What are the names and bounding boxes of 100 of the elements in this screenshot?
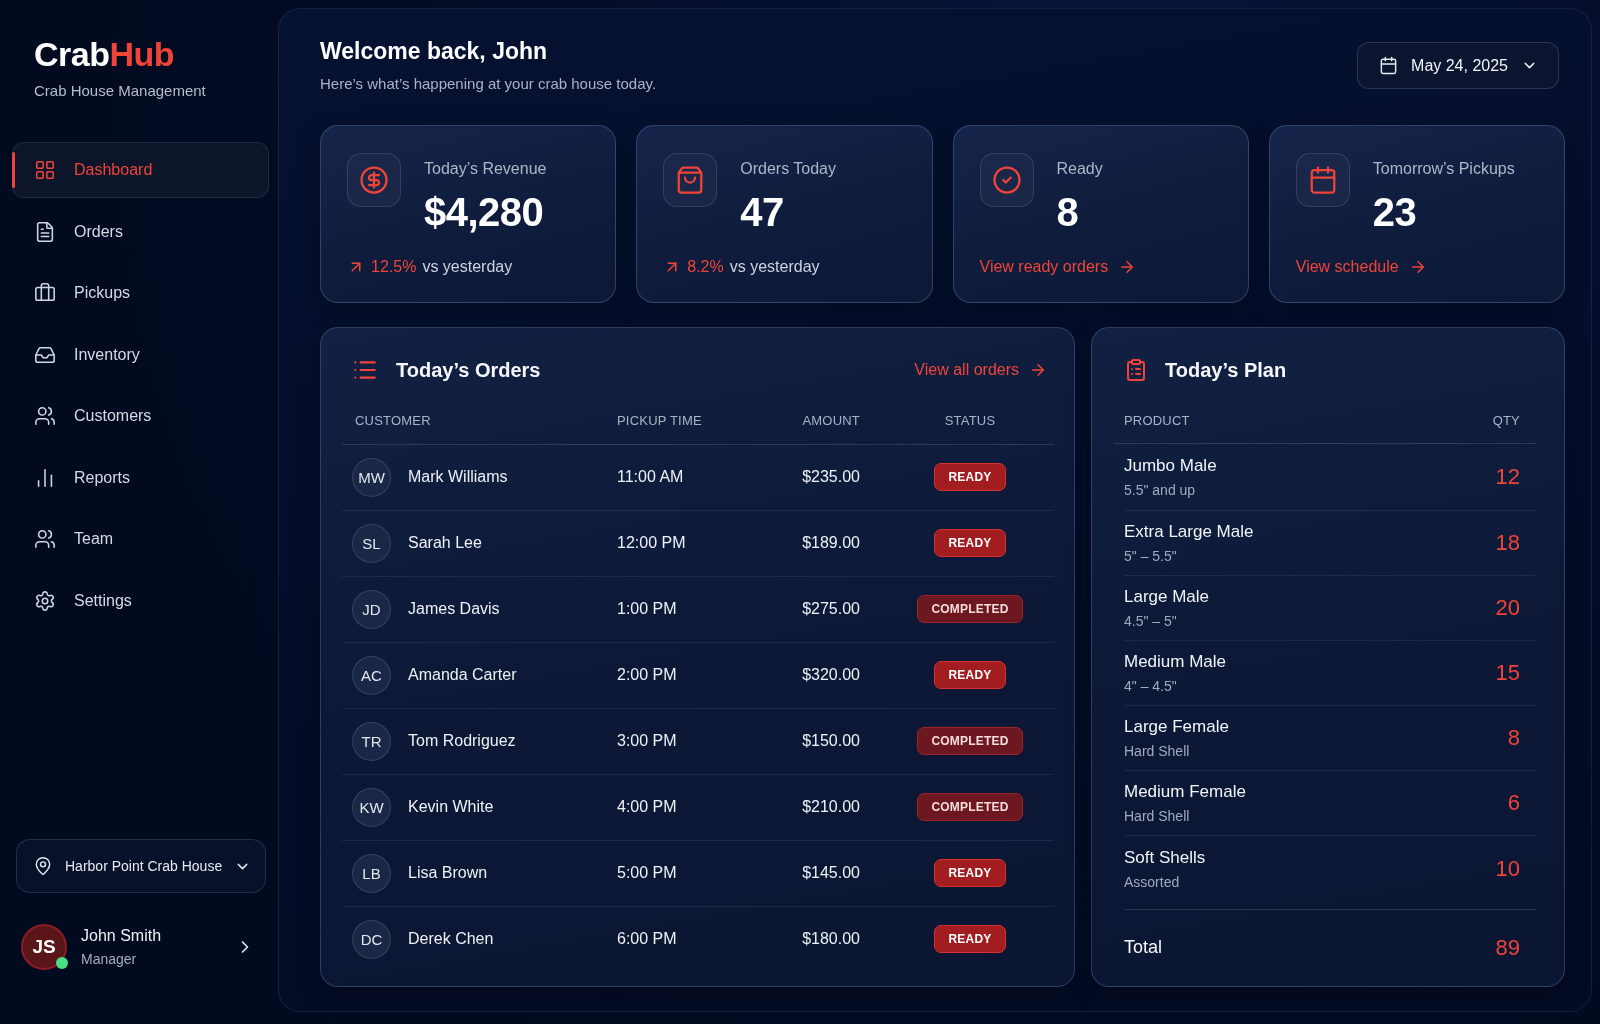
column-header: AMOUNT (794, 398, 872, 444)
order-amount: $150.00 (802, 732, 860, 749)
stat-value: 47 (740, 189, 784, 236)
customer-name: Mark Williams (408, 468, 508, 486)
customer-name: Amanda Carter (408, 666, 517, 684)
status-badge: READY (934, 463, 1006, 491)
column-header: STATUS (872, 398, 1054, 444)
initials-avatar: MW (352, 457, 391, 497)
initials-avatar: KW (352, 787, 391, 827)
nav-item[interactable]: Pickups (12, 265, 269, 321)
nav-item[interactable]: Reports (12, 449, 269, 506)
view-all-link[interactable]: View all orders (914, 360, 1047, 380)
order-amount: $235.00 (802, 468, 860, 485)
status-badge: COMPLETED (917, 727, 1023, 755)
date-picker-button[interactable]: May 24, 2025 (1357, 42, 1559, 89)
nav-item[interactable]: Orders (12, 203, 269, 260)
product-qty: 12 (1495, 464, 1520, 490)
column-header: CUSTOMER (342, 398, 604, 444)
logo-text: CrabHub (33, 34, 175, 74)
trend-change: 8.2% (687, 257, 724, 277)
column-header: QTY (1492, 413, 1520, 428)
map-pin-icon[interactable] (33, 856, 53, 876)
status-badge: COMPLETED (917, 595, 1023, 623)
product-qty: 20 (1495, 595, 1520, 621)
nav-item[interactable]: Inventory (12, 326, 269, 383)
pickup-time: 2:00 PM (617, 666, 677, 683)
column-header: PICKUP TIME (604, 398, 794, 444)
product-detail: 5" – 5.5" (1124, 547, 1178, 565)
status-badge: READY (934, 661, 1006, 689)
product-name: Medium Female (1124, 781, 1246, 803)
column-header: PRODUCT (1124, 413, 1190, 428)
shopping-bag-icon (663, 153, 718, 207)
users-icon[interactable] (34, 405, 56, 427)
nav-item[interactable]: Dashboard (12, 142, 269, 198)
product-qty: 15 (1495, 660, 1520, 686)
customer-name: Tom Rodriguez (408, 732, 516, 750)
total-qty: 89 (1495, 934, 1520, 961)
trend-comparison: vs yesterday (729, 257, 820, 277)
user-name: John Smith (81, 926, 162, 946)
calendar-icon[interactable] (1379, 56, 1399, 75)
pickup-time: 1:00 PM (617, 600, 677, 617)
location-select[interactable]: Harbor Point Crab House (16, 839, 266, 893)
order-amount: $275.00 (802, 600, 860, 617)
customer-name: James Davis (408, 600, 500, 618)
users-icon[interactable] (34, 528, 56, 550)
status-badge: COMPLETED (917, 793, 1023, 821)
product-name: Large Male (1124, 586, 1210, 608)
tagline: Crab House Management (34, 81, 206, 101)
stat-label: Ready (1056, 159, 1103, 179)
customer-name: Sarah Lee (408, 534, 482, 552)
customer-name: Derek Chen (408, 930, 494, 949)
panel-title: Today’s Plan (1165, 358, 1287, 383)
briefcase-icon[interactable] (34, 282, 56, 304)
order-amount: $320.00 (802, 666, 860, 683)
stat-label: Orders Today (740, 159, 836, 179)
view-link[interactable]: View ready orders (979, 257, 1137, 277)
stat-label: Tomorrow’s Pickups (1372, 159, 1515, 179)
view-link[interactable]: View schedule (1295, 257, 1427, 277)
product-detail: 4" – 4.5" (1124, 677, 1178, 695)
user-role: Manager (81, 950, 138, 968)
product-qty: 18 (1495, 530, 1520, 556)
initials-avatar: TR (352, 721, 391, 761)
status-badge: READY (934, 925, 1006, 954)
product-name: Extra Large Male (1124, 521, 1254, 543)
user-avatar: JS (21, 924, 67, 970)
trend-change: 12.5% (371, 257, 417, 277)
initials-avatar: LB (352, 853, 391, 893)
pickup-time: 6:00 PM (617, 930, 677, 948)
customer-name: Kevin White (408, 798, 494, 816)
stat-value: 23 (1372, 189, 1417, 236)
order-amount: $145.00 (802, 864, 860, 881)
pickup-time: 11:00 AM (617, 468, 684, 485)
customer-name: Lisa Brown (408, 864, 488, 882)
product-qty: 10 (1495, 855, 1520, 882)
product-name: Large Female (1124, 716, 1229, 738)
nav-item[interactable]: Customers (12, 388, 269, 444)
page-title: Welcome back, John (320, 37, 548, 66)
grid-icon[interactable] (34, 159, 56, 181)
nav-item[interactable]: Settings (12, 572, 269, 629)
nav-item[interactable]: Team (12, 511, 269, 567)
product-qty: 6 (1507, 790, 1520, 816)
product-detail: Assorted (1124, 872, 1181, 891)
product-name: Jumbo Male (1124, 455, 1217, 477)
order-amount: $189.00 (802, 534, 860, 551)
product-detail: Hard Shell (1124, 742, 1191, 760)
product-detail: 4.5" – 5" (1124, 612, 1178, 630)
calendar-icon (1295, 153, 1350, 207)
initials-avatar: AC (352, 655, 391, 695)
document-icon[interactable] (34, 220, 56, 243)
status-badge: READY (934, 529, 1006, 557)
product-qty: 8 (1507, 725, 1520, 751)
stat-value: $4,280 (424, 189, 544, 236)
total-label: Total (1124, 937, 1163, 958)
product-detail: Hard Shell (1124, 807, 1191, 825)
initials-avatar: SL (352, 523, 391, 563)
product-detail: 5.5" and up (1124, 481, 1197, 499)
settings-icon[interactable] (34, 589, 56, 612)
initials-avatar: JD (352, 589, 391, 629)
arrow-right-icon[interactable] (1029, 361, 1047, 379)
status-badge: READY (934, 859, 1006, 887)
